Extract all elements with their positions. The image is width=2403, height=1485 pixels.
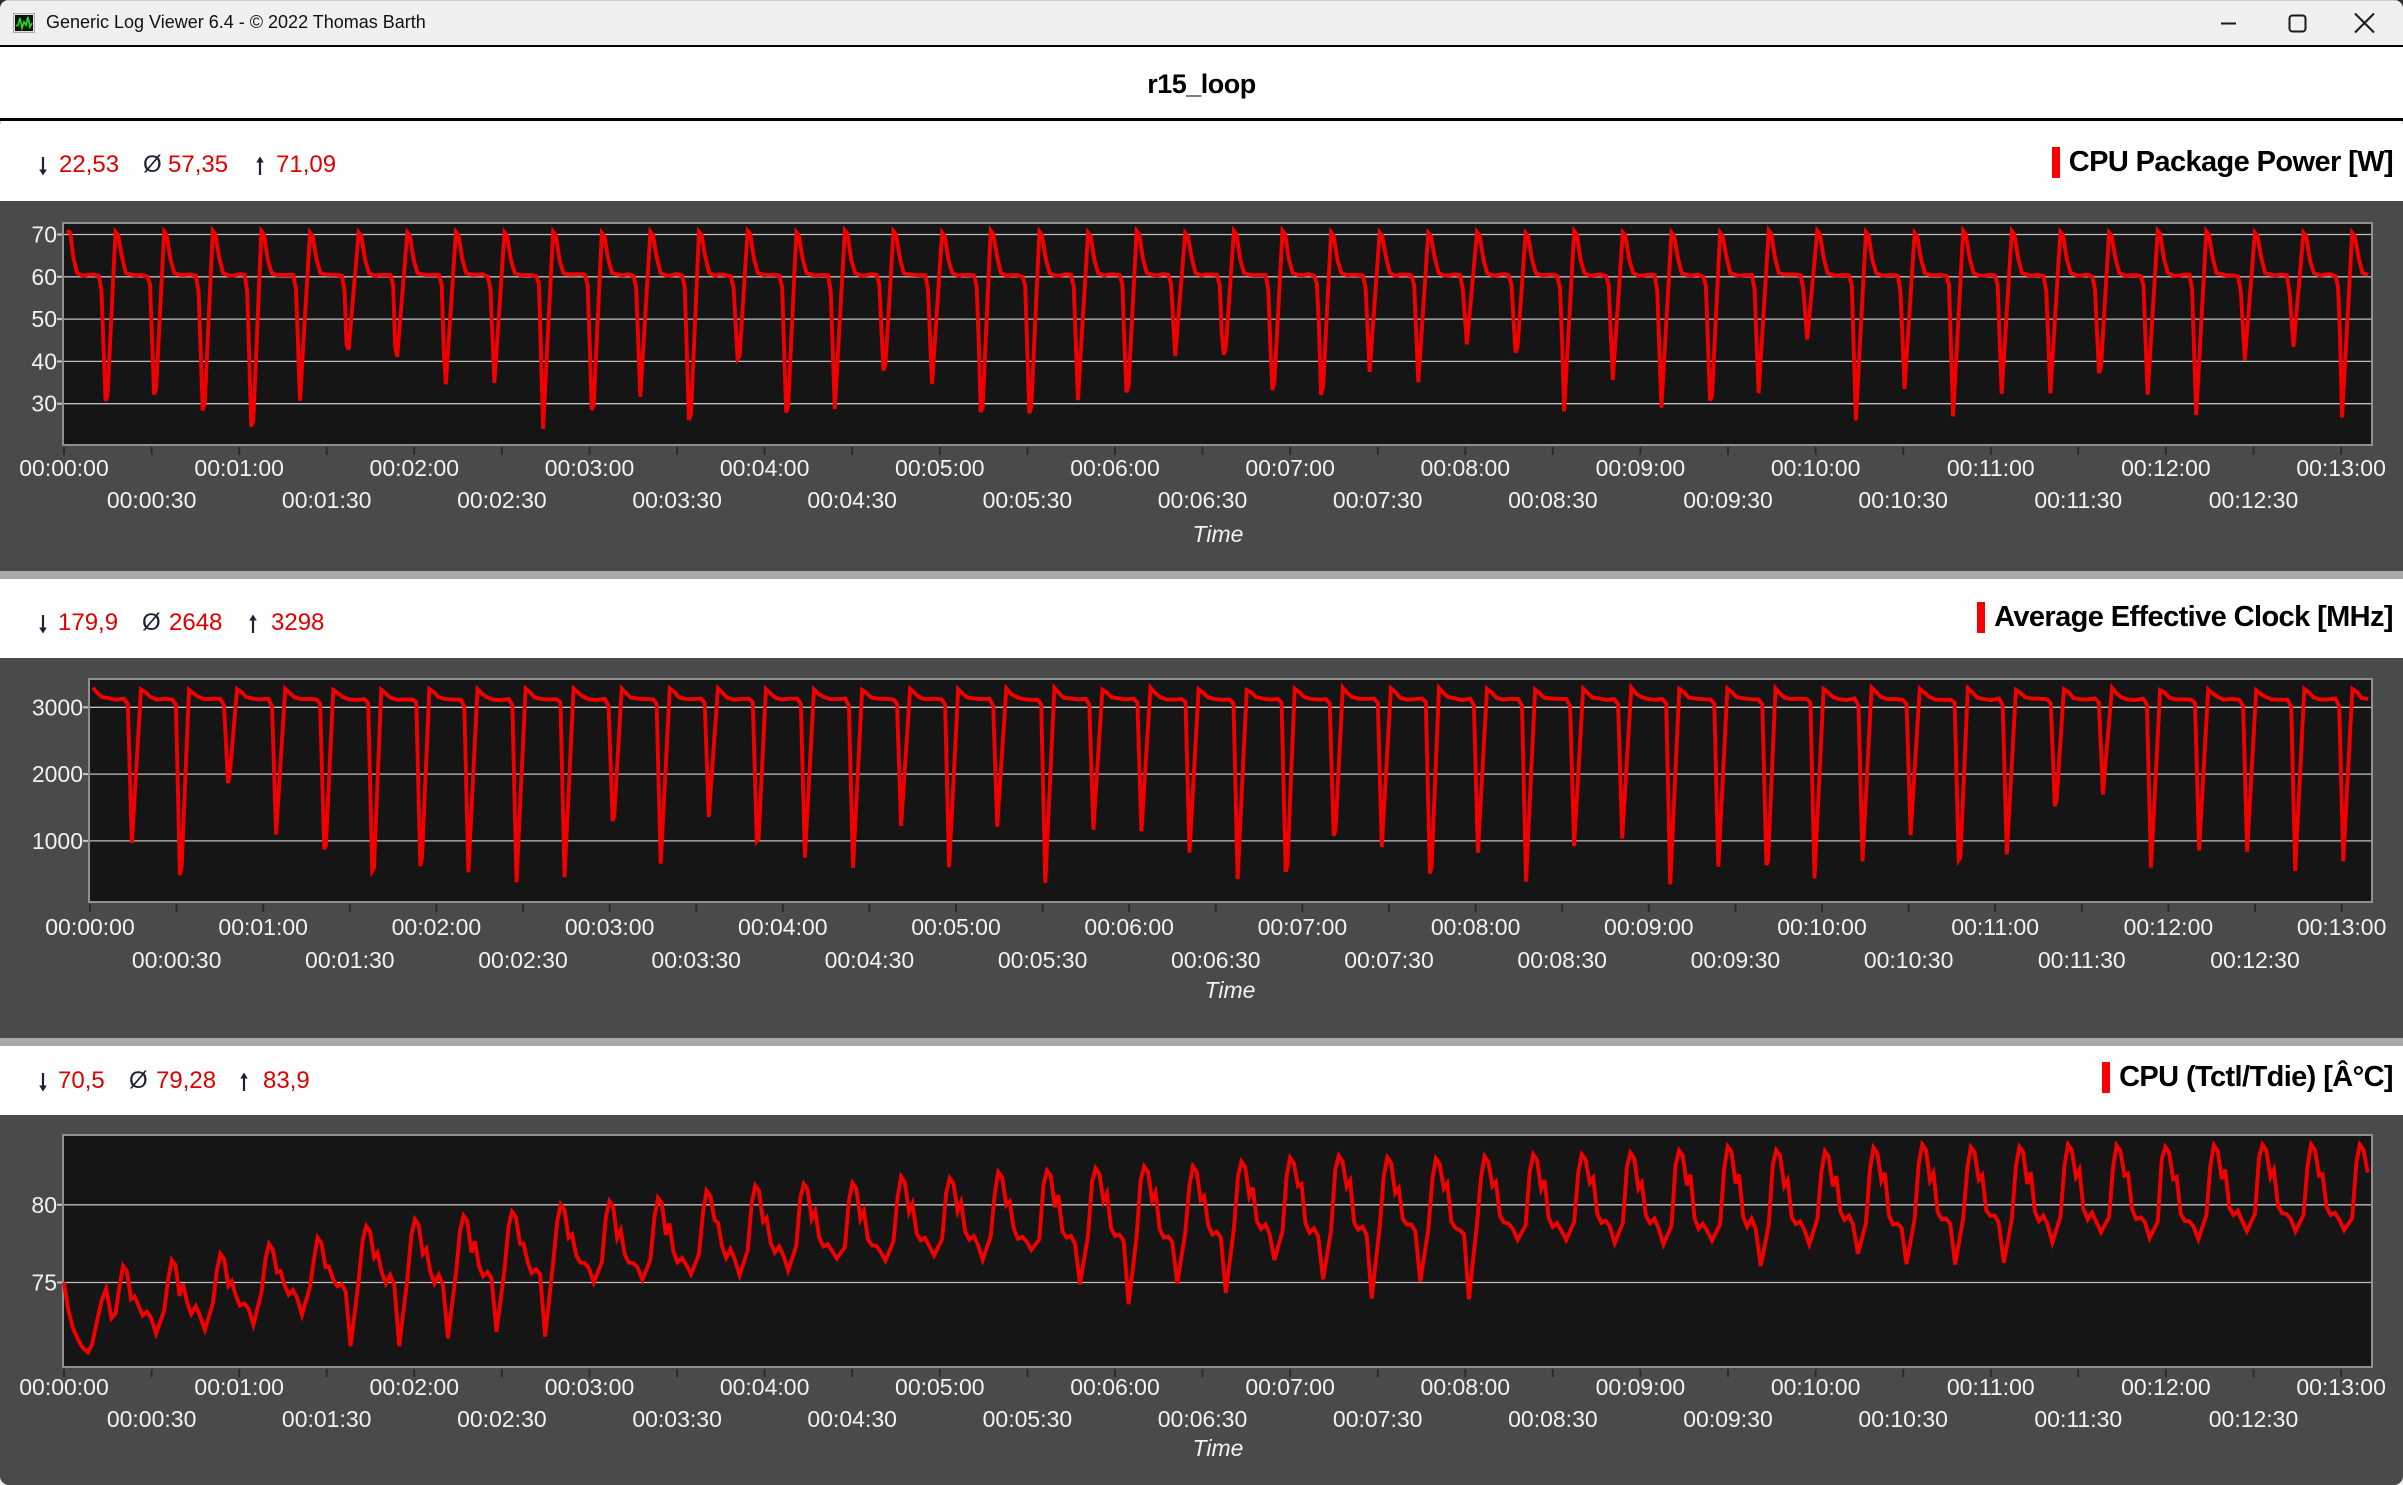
svg-text:00:04:30: 00:04:30 [807, 487, 897, 513]
svg-text:00:03:30: 00:03:30 [632, 1406, 722, 1432]
svg-text:00:12:00: 00:12:00 [2124, 914, 2214, 940]
svg-text:00:08:30: 00:08:30 [1508, 487, 1598, 513]
svg-text:00:02:30: 00:02:30 [457, 1406, 547, 1432]
svg-text:00:01:30: 00:01:30 [282, 487, 372, 513]
svg-text:00:05:30: 00:05:30 [998, 947, 1088, 973]
svg-text:00:10:00: 00:10:00 [1771, 1374, 1861, 1400]
svg-text:00:07:00: 00:07:00 [1245, 1374, 1335, 1400]
svg-text:00:06:30: 00:06:30 [1171, 947, 1261, 973]
svg-text:00:03:30: 00:03:30 [632, 487, 722, 513]
svg-text:00:11:00: 00:11:00 [1951, 914, 2039, 940]
svg-text:00:05:00: 00:05:00 [911, 914, 1001, 940]
svg-text:00:08:00: 00:08:00 [1421, 1374, 1511, 1400]
svg-text:00:13:00: 00:13:00 [2296, 455, 2386, 481]
svg-text:2000: 2000 [32, 761, 83, 787]
svg-text:00:07:30: 00:07:30 [1333, 1406, 1423, 1432]
svg-text:00:01:30: 00:01:30 [282, 1406, 372, 1432]
svg-text:00:00:00: 00:00:00 [45, 914, 135, 940]
svg-text:00:06:00: 00:06:00 [1070, 455, 1160, 481]
svg-text:80: 80 [31, 1192, 57, 1218]
svg-text:40: 40 [31, 348, 57, 374]
svg-text:00:01:00: 00:01:00 [194, 455, 284, 481]
svg-text:70: 70 [31, 222, 57, 248]
svg-text:00:00:30: 00:00:30 [107, 487, 197, 513]
svg-text:00:04:00: 00:04:00 [738, 914, 828, 940]
svg-text:30: 30 [31, 391, 57, 417]
svg-text:00:01:30: 00:01:30 [305, 947, 395, 973]
svg-text:60: 60 [31, 264, 57, 290]
svg-text:00:08:30: 00:08:30 [1517, 947, 1607, 973]
svg-text:Time: Time [1205, 977, 1256, 1003]
svg-text:00:12:00: 00:12:00 [2121, 1374, 2211, 1400]
svg-text:Time: Time [1193, 1435, 1244, 1461]
svg-text:75: 75 [31, 1270, 57, 1296]
svg-text:00:12:00: 00:12:00 [2121, 455, 2211, 481]
svg-text:00:02:00: 00:02:00 [370, 1374, 460, 1400]
svg-text:00:03:00: 00:03:00 [565, 914, 655, 940]
svg-text:00:04:30: 00:04:30 [807, 1406, 897, 1432]
svg-text:00:09:00: 00:09:00 [1596, 1374, 1686, 1400]
svg-text:00:10:30: 00:10:30 [1864, 947, 1954, 973]
svg-text:00:11:00: 00:11:00 [1947, 1374, 2035, 1400]
svg-text:00:04:00: 00:04:00 [720, 455, 810, 481]
svg-text:00:09:00: 00:09:00 [1596, 455, 1686, 481]
svg-text:00:07:30: 00:07:30 [1344, 947, 1434, 973]
svg-text:00:04:00: 00:04:00 [720, 1374, 810, 1400]
svg-text:00:08:00: 00:08:00 [1421, 455, 1511, 481]
svg-text:00:05:00: 00:05:00 [895, 1374, 985, 1400]
svg-text:00:07:00: 00:07:00 [1245, 455, 1335, 481]
svg-text:00:06:00: 00:06:00 [1084, 914, 1174, 940]
svg-text:00:09:00: 00:09:00 [1604, 914, 1694, 940]
svg-text:00:10:00: 00:10:00 [1771, 455, 1861, 481]
svg-text:00:13:00: 00:13:00 [2297, 914, 2387, 940]
svg-text:00:07:00: 00:07:00 [1258, 914, 1348, 940]
svg-text:00:11:30: 00:11:30 [2034, 1406, 2122, 1432]
svg-text:50: 50 [31, 306, 57, 332]
svg-text:00:02:30: 00:02:30 [457, 487, 547, 513]
svg-text:00:00:00: 00:00:00 [19, 1374, 109, 1400]
svg-text:00:10:00: 00:10:00 [1777, 914, 1867, 940]
svg-text:00:11:00: 00:11:00 [1947, 455, 2035, 481]
svg-text:00:03:00: 00:03:00 [545, 1374, 635, 1400]
svg-text:00:04:30: 00:04:30 [825, 947, 915, 973]
svg-text:00:07:30: 00:07:30 [1333, 487, 1423, 513]
svg-text:00:11:30: 00:11:30 [2038, 947, 2126, 973]
svg-text:00:06:30: 00:06:30 [1158, 1406, 1248, 1432]
svg-text:00:00:00: 00:00:00 [19, 455, 109, 481]
svg-text:00:05:00: 00:05:00 [895, 455, 985, 481]
svg-text:00:12:30: 00:12:30 [2210, 947, 2300, 973]
svg-text:00:01:00: 00:01:00 [194, 1374, 284, 1400]
svg-text:00:00:30: 00:00:30 [132, 947, 222, 973]
svg-text:3000: 3000 [32, 694, 83, 720]
svg-text:00:10:30: 00:10:30 [1858, 1406, 1948, 1432]
svg-text:00:00:30: 00:00:30 [107, 1406, 197, 1432]
svg-text:00:02:30: 00:02:30 [478, 947, 568, 973]
svg-text:1000: 1000 [32, 828, 83, 854]
svg-text:00:09:30: 00:09:30 [1683, 487, 1773, 513]
svg-text:00:09:30: 00:09:30 [1683, 1406, 1773, 1432]
svg-text:00:10:30: 00:10:30 [1858, 487, 1948, 513]
svg-text:00:05:30: 00:05:30 [983, 1406, 1073, 1432]
svg-text:00:11:30: 00:11:30 [2034, 487, 2122, 513]
svg-text:00:06:00: 00:06:00 [1070, 1374, 1160, 1400]
svg-text:00:05:30: 00:05:30 [983, 487, 1073, 513]
svg-text:00:01:00: 00:01:00 [218, 914, 308, 940]
svg-text:00:06:30: 00:06:30 [1158, 487, 1248, 513]
svg-text:00:13:00: 00:13:00 [2296, 1374, 2386, 1400]
svg-text:Time: Time [1193, 521, 1244, 547]
svg-text:00:12:30: 00:12:30 [2209, 487, 2299, 513]
svg-text:00:09:30: 00:09:30 [1691, 947, 1781, 973]
svg-text:00:03:30: 00:03:30 [651, 947, 741, 973]
svg-text:00:08:00: 00:08:00 [1431, 914, 1521, 940]
svg-text:00:03:00: 00:03:00 [545, 455, 635, 481]
svg-text:00:12:30: 00:12:30 [2209, 1406, 2299, 1432]
svg-text:00:02:00: 00:02:00 [392, 914, 482, 940]
svg-text:00:02:00: 00:02:00 [370, 455, 460, 481]
svg-text:00:08:30: 00:08:30 [1508, 1406, 1598, 1432]
